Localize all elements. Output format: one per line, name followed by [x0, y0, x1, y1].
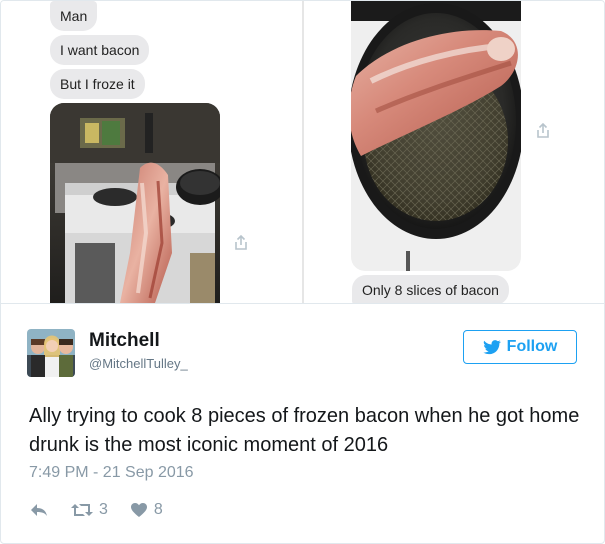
- follow-label: Follow: [506, 338, 558, 355]
- user-handle[interactable]: @MitchellTulley_: [89, 356, 188, 371]
- kitchen-photo-image: [50, 103, 220, 303]
- message-bubble: Man: [50, 1, 98, 31]
- like-button[interactable]: 8: [130, 501, 163, 519]
- twitter-bird-icon: [483, 339, 501, 354]
- retweet-icon: [71, 504, 93, 516]
- share-icon[interactable]: [233, 235, 249, 251]
- avatar[interactable]: [27, 329, 75, 377]
- right-screenshot[interactable]: Only 8 slices of bacon: [304, 1, 604, 303]
- tweet-timestamp[interactable]: 7:49 PM - 21 Sep 2016: [29, 464, 194, 482]
- message-bubble: I want bacon: [50, 35, 150, 65]
- user-name[interactable]: Mitchell: [89, 330, 160, 352]
- reply-button[interactable]: [29, 502, 49, 518]
- message-bubble: Only 8 slices of bacon: [352, 275, 509, 303]
- avatar-image: [27, 329, 75, 377]
- tweet-card: Man I want bacon But I froze it Only 8 s…: [0, 0, 605, 544]
- retweet-button[interactable]: 3: [71, 501, 108, 519]
- pan-photo[interactable]: [351, 1, 521, 271]
- reply-icon: [31, 504, 47, 516]
- message-bubble: But I froze it: [50, 69, 145, 99]
- heart-icon: [130, 503, 147, 517]
- tweet-actions: 3 8: [29, 498, 163, 522]
- left-screenshot[interactable]: Man I want bacon But I froze it: [1, 1, 302, 303]
- tweet-body: Mitchell @MitchellTulley_ Follow Ally tr…: [1, 303, 604, 543]
- like-count: 8: [153, 501, 163, 518]
- follow-button[interactable]: Follow: [463, 330, 577, 364]
- retweet-count: 3: [99, 501, 108, 518]
- pan-photo-image: [351, 1, 521, 271]
- share-icon[interactable]: [535, 123, 551, 139]
- tweet-text: Ally trying to cook 8 pieces of frozen b…: [29, 405, 580, 456]
- kitchen-photo[interactable]: [50, 103, 220, 303]
- media-area: Man I want bacon But I froze it Only 8 s…: [1, 1, 604, 303]
